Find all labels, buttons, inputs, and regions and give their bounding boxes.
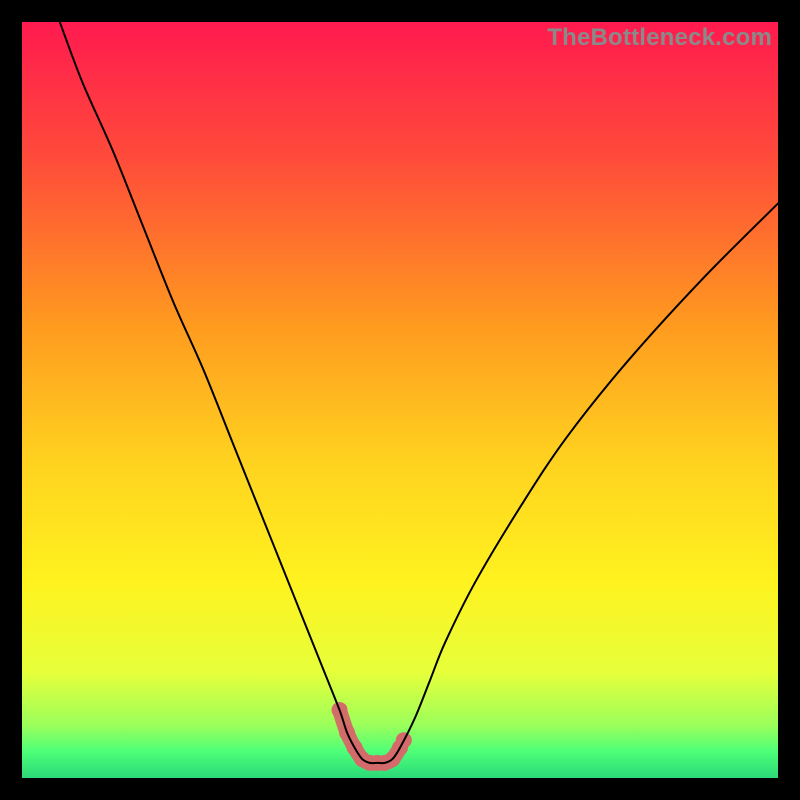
chart-frame: TheBottleneck.com — [0, 0, 800, 800]
gradient-background — [22, 22, 778, 778]
bottleneck-chart — [22, 22, 778, 778]
watermark-text: TheBottleneck.com — [547, 24, 772, 52]
plot-area: TheBottleneck.com — [22, 22, 778, 778]
